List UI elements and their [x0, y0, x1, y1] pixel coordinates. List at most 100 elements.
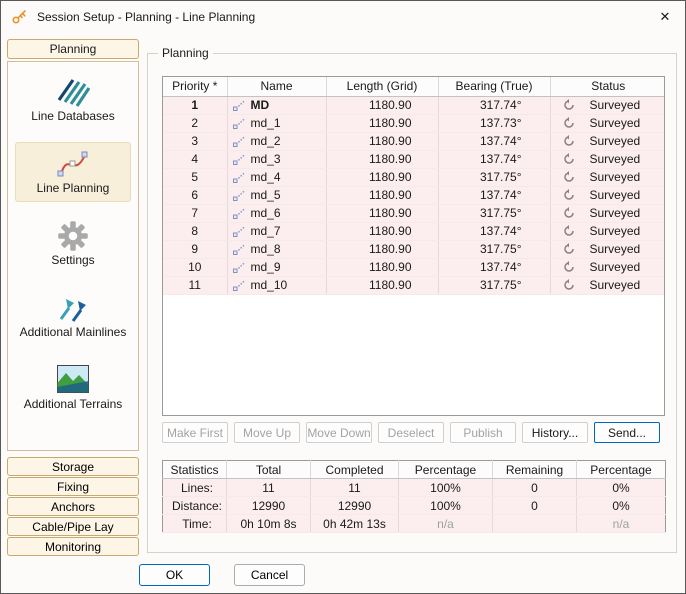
- bearing-cell[interactable]: 137.74°: [438, 222, 550, 240]
- column-header-priority[interactable]: Priority *: [163, 77, 227, 96]
- length-cell[interactable]: 1180.90: [326, 114, 438, 132]
- status-cell[interactable]: Surveyed: [550, 222, 665, 240]
- status-cell[interactable]: Surveyed: [550, 204, 665, 222]
- priority-cell[interactable]: 2: [163, 114, 227, 132]
- status-cell[interactable]: Surveyed: [550, 186, 665, 204]
- name-cell[interactable]: MD: [227, 96, 326, 114]
- length-cell[interactable]: 1180.90: [326, 96, 438, 114]
- table-row[interactable]: 7md_61180.90317.75°Surveyed: [163, 204, 665, 222]
- bearing-cell[interactable]: 137.74°: [438, 258, 550, 276]
- priority-cell[interactable]: 7: [163, 204, 227, 222]
- line-name: md_2: [251, 134, 281, 148]
- sidebar-item-additional-mainlines[interactable]: Additional Mainlines: [15, 286, 131, 346]
- sidebar-section-fixing[interactable]: Fixing: [7, 477, 139, 496]
- send-button[interactable]: Send...: [594, 422, 660, 443]
- table-row[interactable]: 2md_11180.90137.73°Surveyed: [163, 114, 665, 132]
- move-down-button[interactable]: Move Down: [306, 422, 372, 443]
- length-cell[interactable]: 1180.90: [326, 168, 438, 186]
- bearing-cell[interactable]: 137.74°: [438, 186, 550, 204]
- table-row[interactable]: 8md_71180.90137.74°Surveyed: [163, 222, 665, 240]
- publish-button[interactable]: Publish: [450, 422, 516, 443]
- priority-cell[interactable]: 11: [163, 276, 227, 294]
- name-cell[interactable]: md_8: [227, 240, 326, 258]
- bearing-cell[interactable]: 317.74°: [438, 96, 550, 114]
- name-cell[interactable]: md_9: [227, 258, 326, 276]
- name-cell[interactable]: md_1: [227, 114, 326, 132]
- table-row[interactable]: 5md_41180.90317.75°Surveyed: [163, 168, 665, 186]
- bearing-cell[interactable]: 317.75°: [438, 240, 550, 258]
- column-header-bearing-true[interactable]: Bearing (True): [438, 77, 550, 96]
- make-first-button[interactable]: Make First: [162, 422, 228, 443]
- name-cell[interactable]: md_6: [227, 204, 326, 222]
- ok-button[interactable]: OK: [139, 564, 210, 586]
- table-row[interactable]: 4 md_3 1180.90137.74°Surveyed: [163, 150, 665, 168]
- line-name: md_3: [251, 152, 281, 166]
- sidebar-item-line-databases[interactable]: Line Databases: [15, 70, 131, 130]
- status-cell[interactable]: Surveyed: [550, 276, 665, 294]
- stats-row: Distance:1299012990100%00%: [163, 497, 666, 515]
- name-cell[interactable]: md_7: [227, 222, 326, 240]
- priority-cell[interactable]: 3: [163, 132, 227, 150]
- length-cell[interactable]: 1180.90: [326, 222, 438, 240]
- length-cell[interactable]: 1180.90: [326, 258, 438, 276]
- bearing-cell[interactable]: 137.74°: [438, 150, 550, 168]
- column-header-name[interactable]: Name: [227, 77, 326, 96]
- close-button[interactable]: ✕: [645, 1, 685, 32]
- bearing-cell[interactable]: 137.74°: [438, 132, 550, 150]
- sidebar-group-planning[interactable]: Planning: [7, 39, 139, 59]
- status-cell[interactable]: Surveyed: [550, 96, 665, 114]
- column-header-status[interactable]: Status: [550, 77, 665, 96]
- bearing-cell[interactable]: 137.73°: [438, 114, 550, 132]
- table-row[interactable]: 9md_81180.90317.75°Surveyed: [163, 240, 665, 258]
- status-cell[interactable]: Surveyed: [550, 114, 665, 132]
- name-cell[interactable]: md_4: [227, 168, 326, 186]
- sidebar-section-storage[interactable]: Storage: [7, 457, 139, 476]
- table-row[interactable]: 6md_51180.90137.74° Surveyed: [163, 186, 665, 204]
- status-label: Surveyed: [590, 98, 641, 112]
- priority-cell[interactable]: 4: [163, 150, 227, 168]
- priority-cell[interactable]: 1: [163, 96, 227, 114]
- table-row[interactable]: 11md_101180.90317.75°Surveyed: [163, 276, 665, 294]
- status-cell[interactable]: Surveyed: [550, 240, 665, 258]
- table-row[interactable]: 10 md_9 1180.90137.74°Surveyed: [163, 258, 665, 276]
- status-cell[interactable]: Surveyed: [550, 132, 665, 150]
- cancel-button[interactable]: Cancel: [234, 564, 305, 586]
- status-cell[interactable]: Surveyed: [550, 150, 665, 168]
- priority-cell[interactable]: 5: [163, 168, 227, 186]
- length-cell[interactable]: 1180.90: [326, 276, 438, 294]
- length-cell[interactable]: 1180.90: [326, 150, 438, 168]
- sidebar-item-label: Additional Mainlines: [18, 326, 128, 339]
- column-header-length-grid[interactable]: Length (Grid): [326, 77, 438, 96]
- length-cell[interactable]: 1180.90: [326, 204, 438, 222]
- status-cell[interactable]: Surveyed: [550, 258, 665, 276]
- name-cell[interactable]: md_2: [227, 132, 326, 150]
- priority-cell[interactable]: 6: [163, 186, 227, 204]
- sidebar-section-anchors[interactable]: Anchors: [7, 497, 139, 516]
- name-cell[interactable]: md_10: [227, 276, 326, 294]
- status-cell[interactable]: Surveyed: [550, 168, 665, 186]
- history-button[interactable]: History...: [522, 422, 588, 443]
- bearing-cell[interactable]: 317.75°: [438, 276, 550, 294]
- length-cell[interactable]: 1180.90: [326, 240, 438, 258]
- line-name: md_9: [251, 260, 281, 274]
- name-cell[interactable]: md_3: [227, 150, 326, 168]
- move-up-button[interactable]: Move Up: [234, 422, 300, 443]
- length-cell[interactable]: 1180.90: [326, 132, 438, 150]
- sidebar-item-additional-terrains[interactable]: Additional Terrains: [15, 358, 131, 418]
- sidebar-section-monitoring[interactable]: Monitoring: [7, 537, 139, 556]
- sidebar-bottom-buttons: StorageFixingAnchorsCable/Pipe LayMonito…: [7, 457, 139, 556]
- length-cell[interactable]: 1180.90: [326, 186, 438, 204]
- sidebar-section-cable-pipe-lay[interactable]: Cable/Pipe Lay: [7, 517, 139, 536]
- priority-cell[interactable]: 10: [163, 258, 227, 276]
- name-cell[interactable]: md_5: [227, 186, 326, 204]
- status-label: Surveyed: [590, 188, 641, 202]
- bearing-cell[interactable]: 317.75°: [438, 168, 550, 186]
- bearing-cell[interactable]: 317.75°: [438, 204, 550, 222]
- sidebar-item-settings[interactable]: Settings: [15, 214, 131, 274]
- deselect-button[interactable]: Deselect: [378, 422, 444, 443]
- table-row[interactable]: 1MD1180.90317.74° Surveyed: [163, 96, 665, 114]
- table-row[interactable]: 3 md_2 1180.90137.74°Surveyed: [163, 132, 665, 150]
- priority-cell[interactable]: 8: [163, 222, 227, 240]
- sidebar-item-line-planning[interactable]: Line Planning: [15, 142, 131, 202]
- priority-cell[interactable]: 9: [163, 240, 227, 258]
